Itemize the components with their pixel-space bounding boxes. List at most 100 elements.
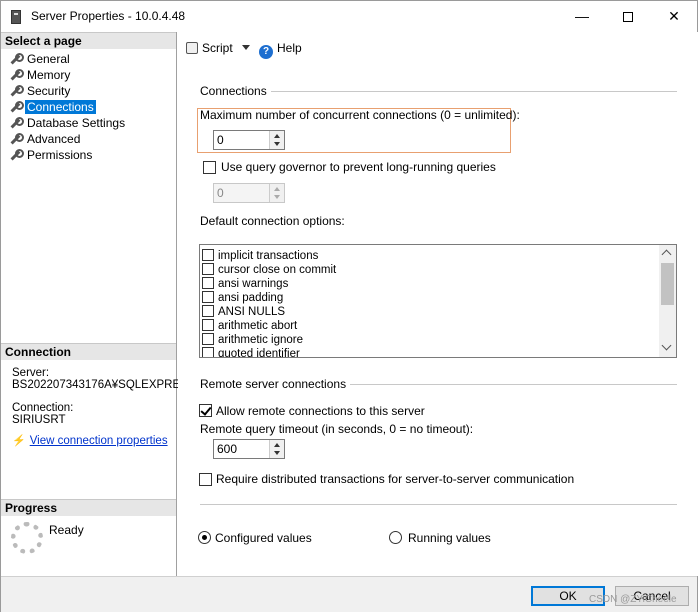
page-label: Permissions (27, 148, 93, 162)
option-label: quoted identifier (218, 348, 300, 358)
configured-values-radio[interactable] (198, 531, 211, 544)
server-app-icon (11, 10, 21, 24)
page-label: Connections (25, 100, 96, 114)
connection-link-row: ⚡ View connection properties (12, 434, 168, 447)
list-item[interactable]: ANSI NULLS (202, 303, 285, 318)
divider (350, 384, 677, 385)
wrench-icon (9, 133, 24, 145)
up-arrow-icon[interactable] (274, 443, 280, 447)
option-checkbox[interactable] (202, 249, 214, 261)
query-governor-spinner: 0 (213, 183, 285, 203)
spinner-buttons[interactable] (269, 440, 284, 458)
button-bar: OK Cancel CSDN @ZYiCheele (1, 576, 697, 612)
maximize-button[interactable] (605, 1, 651, 32)
window-title: Server Properties - 10.0.4.48 (31, 9, 186, 23)
option-checkbox[interactable] (202, 305, 214, 317)
option-checkbox[interactable] (202, 291, 214, 303)
server-value: BS202207343176A¥SQLEXPRES (12, 379, 188, 391)
page-label: Memory (27, 68, 71, 82)
list-item[interactable]: ansi warnings (202, 275, 288, 290)
scroll-down-icon[interactable] (661, 340, 672, 351)
list-item[interactable]: arithmetic ignore (202, 331, 303, 346)
spinner-buttons (269, 184, 284, 202)
connection-label: Connection: (12, 402, 74, 414)
page-label: Database Settings (27, 116, 126, 130)
page-memory[interactable]: Memory (9, 67, 72, 83)
page-advanced[interactable]: Advanced (9, 131, 82, 147)
up-arrow-icon[interactable] (274, 134, 280, 138)
running-values-radio[interactable] (389, 531, 402, 544)
options-scrollbar[interactable] (659, 245, 676, 357)
page-label: General (27, 52, 70, 66)
toolbar: Script ? Help (178, 32, 698, 66)
wrench-icon (9, 53, 24, 65)
script-icon (186, 42, 198, 54)
page-connections[interactable]: Connections (9, 99, 96, 115)
remote-group-title: Remote server connections (200, 377, 347, 391)
query-governor-checkbox[interactable] (203, 161, 216, 174)
scroll-thumb[interactable] (661, 263, 674, 305)
wrench-icon (9, 85, 24, 97)
wrench-icon (9, 149, 24, 161)
plug-icon: ⚡ (12, 435, 26, 447)
running-values-label: Running values (408, 531, 491, 545)
timeout-label: Remote query timeout (in seconds, 0 = no… (200, 422, 474, 436)
page-label: Security (27, 84, 71, 98)
wrench-icon (9, 101, 24, 113)
option-checkbox[interactable] (202, 277, 214, 289)
connections-page: Script ? Help Connections Maximum number … (178, 32, 698, 576)
configured-values-label: Configured values (215, 531, 312, 545)
down-arrow-icon[interactable] (274, 451, 280, 455)
left-pane: Select a page General Memory Security Co… (1, 32, 188, 576)
allow-remote-checkbox[interactable] (199, 404, 212, 417)
view-connection-properties-link[interactable]: View connection properties (30, 435, 168, 447)
list-item[interactable]: arithmetic abort (202, 317, 297, 332)
server-properties-dialog: Server Properties - 10.0.4.48 — ✕ Select… (0, 0, 698, 612)
server-label: Server: (12, 367, 50, 379)
help-button[interactable]: ? Help (259, 41, 302, 59)
progress-header: Progress (1, 499, 176, 516)
script-dropdown-arrow-icon[interactable] (242, 45, 250, 50)
progress-spinner-icon (11, 522, 43, 554)
divider (271, 91, 677, 92)
timeout-spinner[interactable]: 600 (213, 439, 285, 459)
list-item[interactable]: ansi padding (202, 289, 283, 304)
down-arrow-icon[interactable] (274, 142, 280, 146)
require-distributed-checkbox[interactable] (199, 473, 212, 486)
select-page-header: Select a page (1, 32, 176, 49)
option-checkbox[interactable] (202, 319, 214, 331)
default-options-list[interactable]: implicit transactions cursor close on co… (199, 244, 677, 358)
option-checkbox[interactable] (202, 263, 214, 275)
up-arrow-icon (274, 187, 280, 191)
option-checkbox[interactable] (202, 347, 214, 357)
wrench-icon (9, 117, 24, 129)
page-label: Advanced (27, 132, 81, 146)
down-arrow-icon (274, 195, 280, 199)
max-connections-spinner[interactable]: 0 (213, 130, 285, 150)
query-governor-label: Use query governor to prevent long-runni… (221, 160, 496, 174)
query-governor-value: 0 (217, 186, 224, 200)
maximize-icon (623, 12, 633, 23)
page-permissions[interactable]: Permissions (9, 147, 94, 163)
help-label: Help (277, 41, 302, 55)
connections-group-title: Connections (200, 84, 267, 98)
list-item[interactable]: implicit transactions (202, 247, 318, 262)
page-general[interactable]: General (9, 51, 72, 67)
page-security[interactable]: Security (9, 83, 72, 99)
list-item[interactable]: cursor close on commit (202, 261, 336, 276)
max-connections-value: 0 (217, 133, 224, 147)
default-options-label: Default connection options: (200, 214, 345, 228)
minimize-button[interactable]: — (559, 1, 605, 32)
help-icon: ? (259, 45, 273, 59)
list-item[interactable]: quoted identifier (202, 345, 300, 358)
page-database-settings[interactable]: Database Settings (9, 115, 127, 131)
progress-status: Ready (49, 523, 84, 537)
option-checkbox[interactable] (202, 333, 214, 345)
script-label: Script (202, 41, 233, 55)
script-button[interactable]: Script (186, 41, 233, 55)
scroll-up-icon[interactable] (661, 249, 672, 260)
connection-header: Connection (1, 343, 176, 360)
allow-remote-label: Allow remote connections to this server (216, 404, 425, 418)
close-button[interactable]: ✕ (651, 1, 697, 32)
spinner-buttons[interactable] (269, 131, 284, 149)
